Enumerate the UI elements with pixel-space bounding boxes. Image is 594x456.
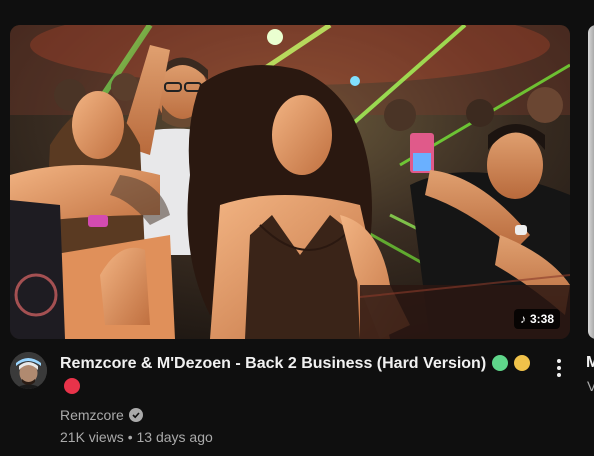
- video-feed: ♪ 3:38 M V Remzcore & M'Dezoen - Back 2 …: [0, 0, 594, 456]
- next-video-channel[interactable]: V: [587, 378, 594, 394]
- menu-dot: [557, 366, 561, 370]
- verified-badge-icon: [128, 408, 143, 422]
- yellow-circle-icon: [514, 355, 531, 371]
- video-title-line[interactable]: Remzcore & M'Dezoen - Back 2 Business (H…: [60, 353, 540, 398]
- video-duration-badge: ♪ 3:38: [513, 309, 560, 329]
- video-details: Remzcore & M'Dezoen - Back 2 Business (H…: [60, 353, 540, 449]
- red-circle-icon: [64, 378, 80, 394]
- video-stats: 21K views • 13 days ago: [60, 429, 213, 445]
- next-video-thumbnail[interactable]: [588, 25, 594, 339]
- menu-dot: [557, 359, 561, 363]
- channel-avatar[interactable]: [10, 352, 47, 389]
- menu-dot: [557, 373, 561, 377]
- next-video-title[interactable]: M: [586, 354, 594, 372]
- channel-row: Remzcore: [60, 405, 540, 425]
- video-duration: 3:38: [529, 312, 554, 326]
- video-thumbnail[interactable]: ♪ 3:38: [10, 25, 570, 339]
- music-note-icon: ♪: [519, 312, 526, 326]
- thumbnail-image: [10, 25, 570, 339]
- more-vert-icon[interactable]: [548, 356, 570, 380]
- channel-name[interactable]: Remzcore: [60, 407, 124, 423]
- avatar-image: [10, 352, 47, 389]
- green-circle-icon: [492, 355, 509, 371]
- video-title[interactable]: Remzcore & M'Dezoen - Back 2 Business (H…: [60, 355, 486, 372]
